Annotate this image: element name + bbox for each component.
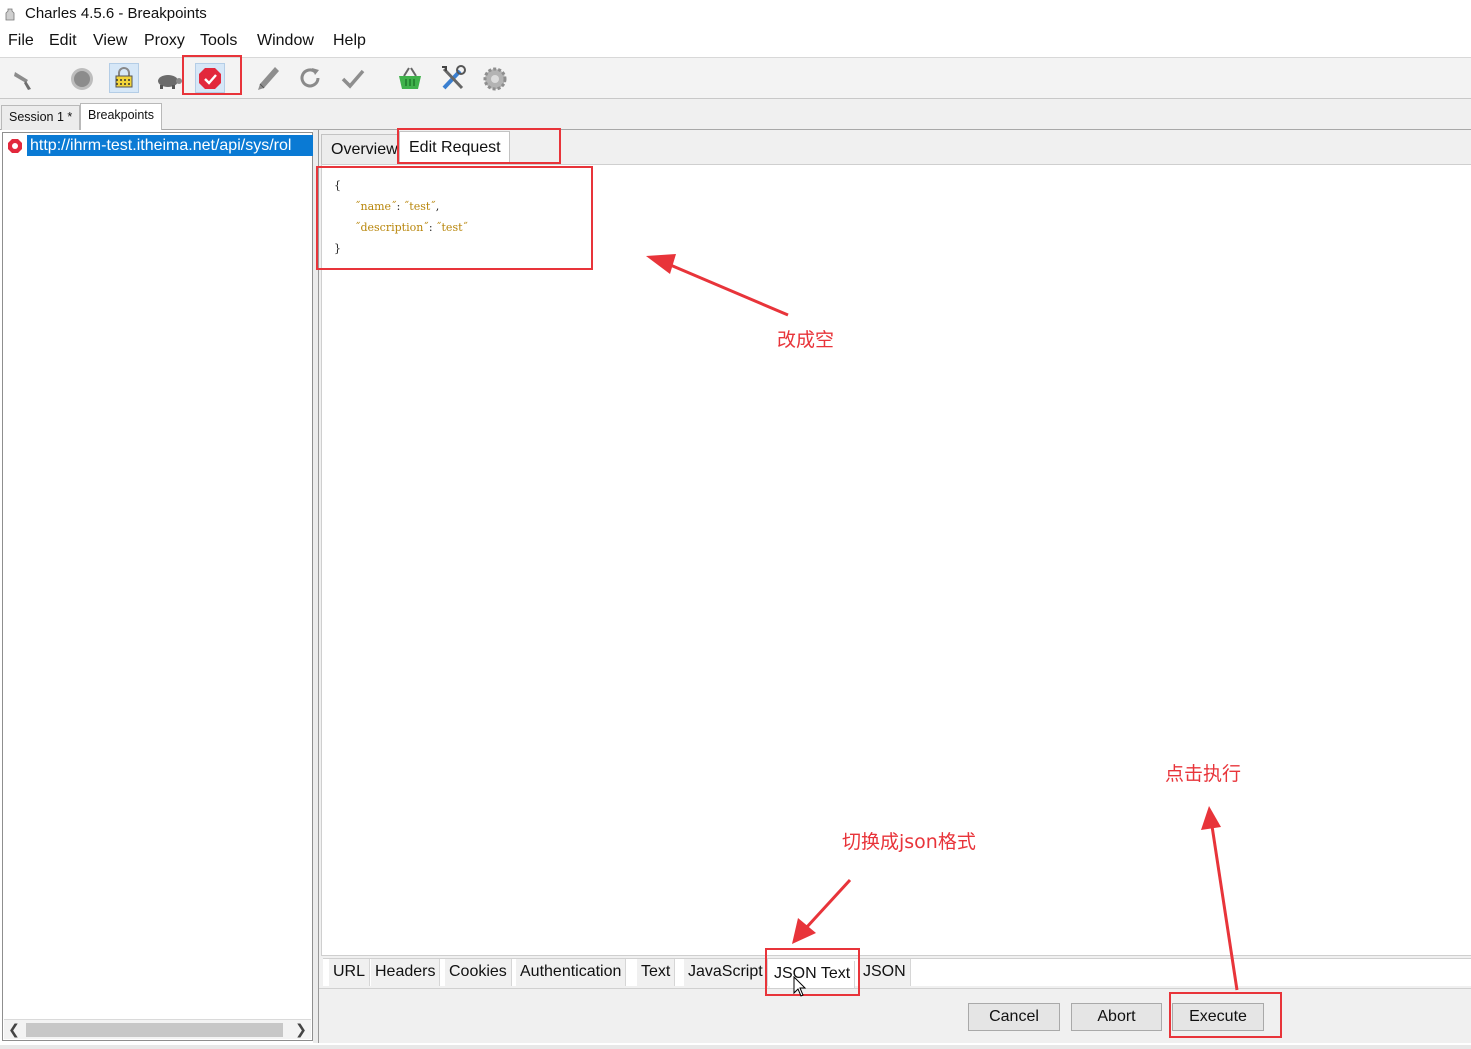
tools-icon[interactable] — [438, 63, 468, 93]
settings-gear-icon[interactable] — [480, 63, 510, 93]
json-value: ˝test˝ — [436, 221, 469, 234]
broom-icon[interactable] — [9, 63, 39, 93]
tab-json-text[interactable]: JSON Text — [770, 961, 856, 988]
throttle-turtle-icon[interactable] — [153, 63, 183, 93]
tab-authentication[interactable]: Authentication — [516, 959, 627, 986]
breakpoint-list: http://ihrm-test.itheima.net/api/sys/rol… — [2, 132, 313, 1041]
menu-edit[interactable]: Edit — [49, 32, 77, 50]
tab-edit-request[interactable]: Edit Request — [399, 131, 510, 164]
shopping-basket-icon[interactable] — [395, 63, 425, 93]
mouse-cursor-icon — [793, 976, 807, 997]
tab-json[interactable]: JSON — [859, 959, 911, 986]
tab-javascript[interactable]: JavaScript — [684, 959, 768, 986]
json-key: ˝description˝ — [354, 221, 429, 234]
json-key: ˝name˝ — [354, 200, 397, 213]
abort-button[interactable]: Abort — [1071, 1003, 1162, 1031]
scroll-left-icon[interactable]: ❮ — [4, 1020, 24, 1039]
menu-help[interactable]: Help — [333, 32, 366, 50]
scroll-right-icon[interactable]: ❯ — [291, 1020, 311, 1039]
menu-file[interactable]: File — [8, 32, 34, 50]
breakpoint-actions: Cancel Abort Execute — [319, 988, 1471, 1043]
cancel-button[interactable]: Cancel — [968, 1003, 1060, 1031]
tab-session-1[interactable]: Session 1 * — [1, 105, 81, 130]
horizontal-scrollbar[interactable]: ❮ ❯ — [4, 1019, 311, 1039]
list-item[interactable]: http://ihrm-test.itheima.net/api/sys/rol — [5, 135, 313, 156]
scrollbar-thumb[interactable] — [26, 1023, 283, 1037]
record-icon[interactable] — [67, 63, 97, 93]
tab-text[interactable]: Text — [637, 959, 676, 986]
annotation-switch-json: 切换成json格式 — [842, 831, 976, 853]
tab-headers[interactable]: Headers — [371, 959, 441, 986]
request-pane: Overview Edit Request { ˝name˝: ˝test˝, … — [318, 130, 1471, 1043]
toolbar — [0, 58, 1471, 99]
tab-cookies[interactable]: Cookies — [445, 959, 512, 986]
window-title: Charles 4.5.6 - Breakpoints — [25, 5, 207, 22]
open-brace: { — [334, 179, 341, 192]
body-view-tabs: URL Headers Cookies Authentication Text … — [323, 958, 1471, 988]
breakpoint-url[interactable]: http://ihrm-test.itheima.net/api/sys/rol — [27, 135, 313, 156]
status-bar — [0, 1045, 1471, 1049]
title-bar: Charles 4.5.6 - Breakpoints — [0, 0, 1471, 30]
session-tab-bar: Session 1 * Breakpoints — [0, 99, 1471, 130]
menu-tools[interactable]: Tools — [200, 32, 237, 50]
ssl-proxy-icon[interactable] — [109, 63, 139, 93]
menu-proxy[interactable]: Proxy — [144, 32, 185, 50]
repeat-icon[interactable] — [295, 63, 325, 93]
json-comma: , — [435, 200, 440, 213]
json-body-text[interactable]: { ˝name˝: ˝test˝, ˝description˝: ˝test˝ … — [334, 175, 468, 259]
tab-url[interactable]: URL — [329, 959, 371, 986]
annotation-click-execute: 点击执行 — [1165, 763, 1242, 785]
close-brace: } — [334, 242, 341, 255]
tab-overview[interactable]: Overview — [321, 134, 407, 164]
breakpoint-stop-icon — [8, 139, 22, 153]
breakpoints-icon[interactable] — [195, 63, 225, 93]
compose-pen-icon[interactable] — [253, 63, 283, 93]
annotation-clear-body: 改成空 — [777, 329, 835, 351]
validate-check-icon[interactable] — [338, 63, 368, 93]
menu-view[interactable]: View — [93, 32, 127, 50]
json-value: ˝test˝ — [403, 200, 436, 213]
charles-jug-icon — [5, 8, 15, 21]
execute-button[interactable]: Execute — [1172, 1003, 1264, 1031]
menu-window[interactable]: Window — [257, 32, 314, 50]
tab-breakpoints[interactable]: Breakpoints — [80, 103, 163, 130]
